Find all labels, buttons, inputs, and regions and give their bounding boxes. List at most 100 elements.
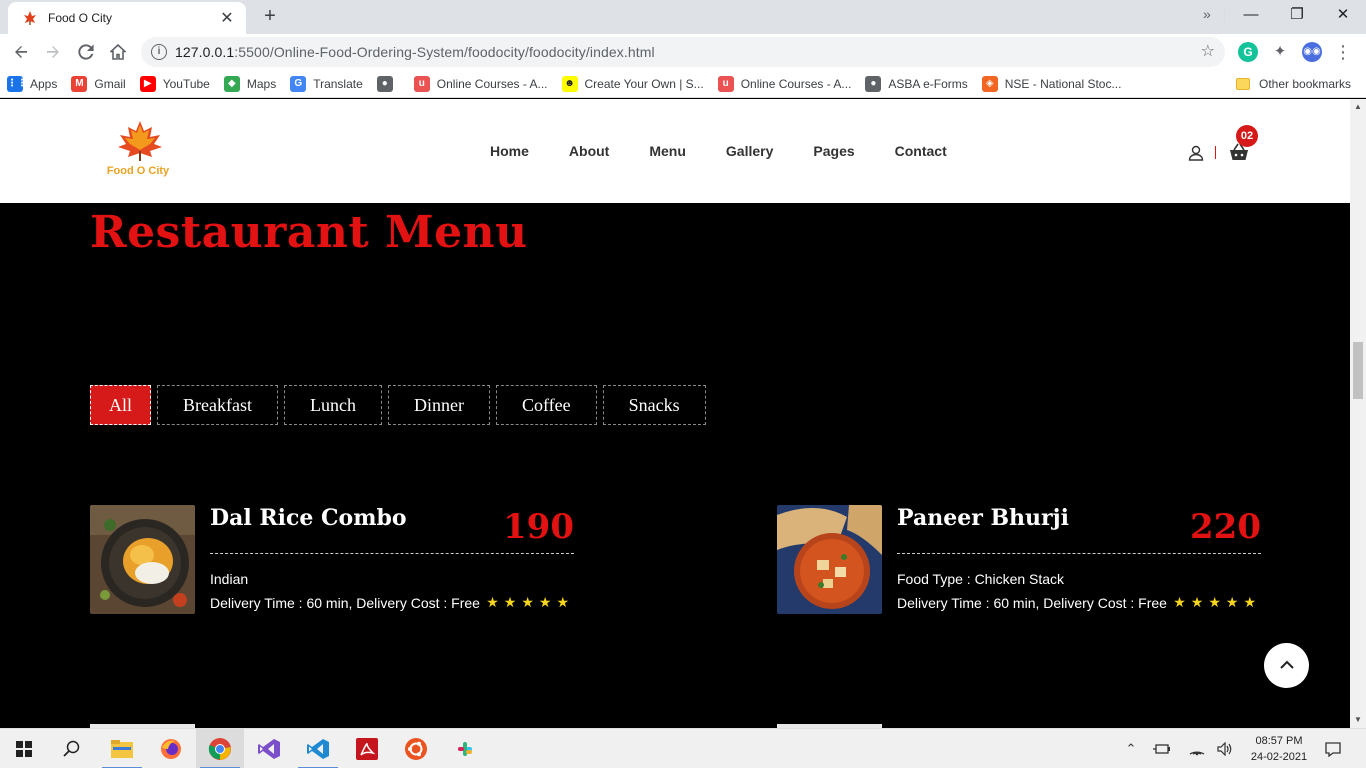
youtube-icon: ▶ (139, 75, 156, 92)
clock-date: 24-02-2021 (1250, 751, 1308, 763)
visual-studio-icon[interactable] (245, 729, 293, 768)
url-host: 127.0.0.1 (175, 44, 235, 60)
filter-breakfast[interactable]: Breakfast (157, 385, 278, 425)
globe-icon: ● (376, 75, 393, 92)
bookmark-label: Maps (246, 76, 277, 91)
address-bar[interactable]: i 127.0.0.1:5500/Online-Food-Ordering-Sy… (141, 37, 1225, 67)
bookmark-label: NSE - National Stoc... (1004, 76, 1122, 91)
site-logo[interactable]: Food O City (100, 117, 180, 183)
bookmarks-overflow-button[interactable]: » (1203, 0, 1211, 28)
tab-close-icon[interactable]: ✕ (218, 8, 236, 28)
search-icon[interactable] (48, 729, 96, 768)
star-rating-icon: ★★★★★ (1173, 594, 1261, 610)
bookmark-label: Gmail (94, 76, 126, 91)
scroll-thumb[interactable] (1353, 342, 1363, 399)
nav-contact[interactable]: Contact (895, 143, 947, 159)
maple-leaf-logo-icon (118, 121, 162, 161)
item-type: Food Type : Chicken Stack (897, 571, 1065, 587)
bookmark-item[interactable]: u Online Courses - A... (711, 70, 859, 98)
scroll-up-arrow-icon[interactable]: ▲ (1350, 99, 1366, 115)
site-info-icon[interactable]: i (151, 44, 167, 60)
firefox-icon[interactable] (147, 729, 195, 768)
site-header: Food O City Home About Menu Gallery Page… (0, 99, 1350, 203)
new-tab-button[interactable]: + (258, 5, 282, 29)
bookmark-item[interactable]: u Online Courses - A... (407, 70, 555, 98)
minimize-button[interactable]: — (1228, 0, 1274, 30)
nav-pages[interactable]: Pages (813, 143, 854, 159)
windows-taskbar: ⌃ 08:57 PM 24-02-2021 (0, 728, 1366, 768)
translate-icon: G (290, 75, 307, 92)
notifications-icon[interactable] (1320, 729, 1346, 768)
reload-icon[interactable] (73, 39, 99, 65)
section-title: Restaurant Menu (90, 207, 528, 258)
bookmark-item[interactable]: ◆ Maps (217, 70, 283, 98)
filter-snacks[interactable]: Snacks (602, 385, 706, 425)
wifi-icon[interactable] (1186, 729, 1208, 768)
bookmark-item[interactable]: M Gmail (64, 70, 132, 98)
taskbar-clock[interactable]: 08:57 PM 24-02-2021 (1244, 733, 1314, 765)
user-account-icon[interactable] (1187, 144, 1205, 162)
other-bookmarks-label: Other bookmarks (1259, 77, 1352, 91)
bookmark-star-icon[interactable]: ☆ (1201, 41, 1215, 61)
bookmark-item[interactable]: ▶ YouTube (133, 70, 217, 98)
menu-item[interactable]: Dal Rice Combo 190 Indian Delivery Time … (90, 505, 574, 615)
bookmark-label: YouTube (162, 76, 210, 91)
chrome-menu-icon[interactable]: ⋮ (1334, 40, 1352, 64)
browser-tab[interactable]: Food O City ✕ (8, 2, 246, 34)
filter-lunch[interactable]: Lunch (283, 385, 382, 425)
volume-icon[interactable] (1214, 729, 1236, 768)
acrobat-reader-icon[interactable] (343, 729, 391, 768)
bookmark-item[interactable]: ● ASBA e-Forms (858, 70, 974, 98)
back-arrow-icon[interactable] (8, 39, 34, 65)
bookmark-item[interactable]: ● (370, 70, 407, 98)
scroll-down-arrow-icon[interactable]: ▼ (1350, 712, 1366, 728)
maps-icon: ◆ (223, 75, 240, 92)
other-bookmarks-folder[interactable]: Other bookmarks (1236, 70, 1351, 98)
page-scrollbar[interactable]: ▲ ▼ (1350, 99, 1366, 728)
menu-filter-tabs: All Breakfast Lunch Dinner Coffee Snacks (90, 385, 712, 425)
bookmark-label: ASBA e-Forms (888, 76, 968, 91)
browser-tab-strip: Food O City ✕ + — ❐ ✕ (0, 0, 1366, 34)
nse-icon: ◈ (981, 75, 998, 92)
battery-plug-icon[interactable] (1150, 729, 1174, 768)
filter-dinner[interactable]: Dinner (387, 385, 490, 425)
nav-menu[interactable]: Menu (649, 143, 686, 159)
vscode-icon[interactable] (294, 729, 342, 768)
file-explorer-icon[interactable] (98, 729, 146, 768)
slack-icon[interactable] (441, 729, 489, 768)
nav-gallery[interactable]: Gallery (726, 143, 773, 159)
clock-time: 08:57 PM (1255, 735, 1303, 747)
bookmarks-separator (1224, 6, 1225, 22)
star-rating-icon: ★★★★★ (486, 594, 574, 610)
show-hidden-icons-chevron-icon[interactable]: ⌃ (1120, 729, 1142, 768)
grammarly-extension-icon[interactable]: G (1238, 42, 1258, 62)
apps-grid-icon: ⋮⋮ (7, 75, 27, 92)
item-name: Paneer Bhurji (897, 505, 1069, 531)
nav-home[interactable]: Home (490, 143, 529, 159)
forward-arrow-icon[interactable] (40, 39, 66, 65)
bookmark-item[interactable]: ◈ NSE - National Stoc... (975, 70, 1129, 98)
gmail-icon: M (71, 75, 88, 92)
bookmark-item[interactable]: ☻ Create Your Own | S... (555, 70, 711, 98)
chrome-taskbar-icon[interactable] (196, 729, 244, 768)
ubuntu-icon[interactable] (392, 729, 440, 768)
bookmark-item[interactable]: G Translate (283, 70, 370, 98)
logo-text: Food O City (106, 165, 170, 177)
filter-coffee[interactable]: Coffee (495, 385, 597, 425)
scroll-to-top-button[interactable] (1264, 643, 1309, 688)
filter-all[interactable]: All (90, 385, 152, 425)
item-delivery-info: Delivery Time : 60 min, Delivery Cost : … (897, 595, 1167, 611)
menu-item[interactable]: Paneer Bhurji 220 Food Type : Chicken St… (777, 505, 1261, 615)
nav-about[interactable]: About (569, 143, 609, 159)
food-o-city-favicon-icon (22, 10, 38, 26)
extensions-puzzle-icon[interactable]: ✦ (1270, 42, 1290, 62)
windows-start-icon[interactable] (0, 729, 48, 768)
profile-avatar-icon[interactable]: ◉◉ (1302, 42, 1322, 62)
maximize-button[interactable]: ❐ (1274, 0, 1320, 30)
header-separator (1215, 146, 1216, 159)
bookmark-item[interactable]: ⋮⋮ Apps (0, 70, 64, 98)
bookmark-label: Create Your Own | S... (584, 76, 704, 91)
close-window-button[interactable]: ✕ (1320, 0, 1366, 30)
bookmark-label: Online Courses - A... (436, 76, 548, 91)
home-icon[interactable] (105, 39, 131, 65)
